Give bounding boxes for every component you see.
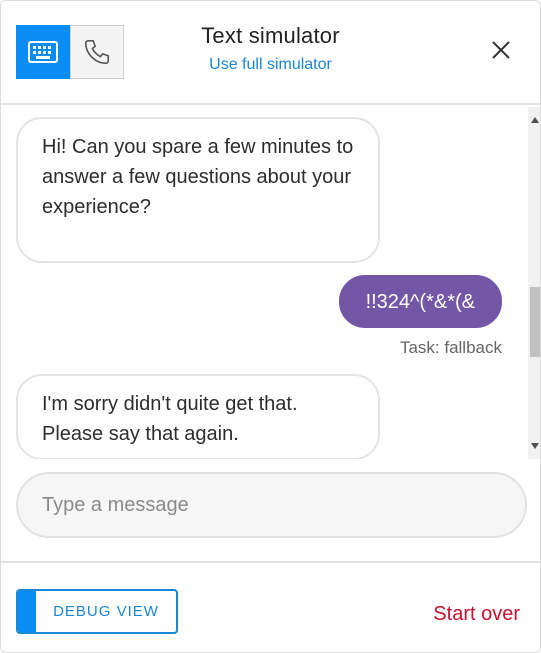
scroll-up-arrow-icon[interactable] — [531, 117, 539, 123]
use-full-simulator-link[interactable]: Use full simulator — [1, 56, 540, 74]
title-block: Text simulator Use full simulator — [1, 23, 540, 74]
scroll-down-arrow-icon[interactable] — [531, 443, 539, 449]
bot-message: Hi! Can you spare a few minutes to answe… — [16, 117, 380, 263]
scroll-thumb[interactable] — [530, 287, 540, 357]
simulator-header: Text simulator Use full simulator — [1, 1, 540, 105]
message-input[interactable] — [16, 472, 527, 538]
bot-message: I'm sorry didn't quite get that. Please … — [16, 374, 380, 459]
task-label: Task: fallback — [399, 338, 502, 357]
close-icon — [492, 41, 510, 59]
start-over-button[interactable]: Start over — [433, 603, 520, 626]
debug-toggle-indicator — [18, 591, 36, 632]
debug-view-label: DEBUG VIEW — [53, 603, 159, 620]
message-input-row — [16, 472, 527, 538]
debug-view-toggle[interactable]: DEBUG VIEW — [16, 589, 178, 634]
page-title: Text simulator — [201, 23, 340, 48]
text-simulator-panel: Text simulator Use full simulator Hi! Ca… — [0, 0, 541, 653]
simulator-footer: DEBUG VIEW Start over — [1, 561, 540, 652]
close-button[interactable] — [490, 39, 512, 61]
transcript-scrollbar[interactable] — [528, 107, 540, 459]
user-message: !!324^(*&*(& — [338, 275, 502, 328]
chat-transcript[interactable]: Hi! Can you spare a few minutes to answe… — [1, 107, 528, 459]
